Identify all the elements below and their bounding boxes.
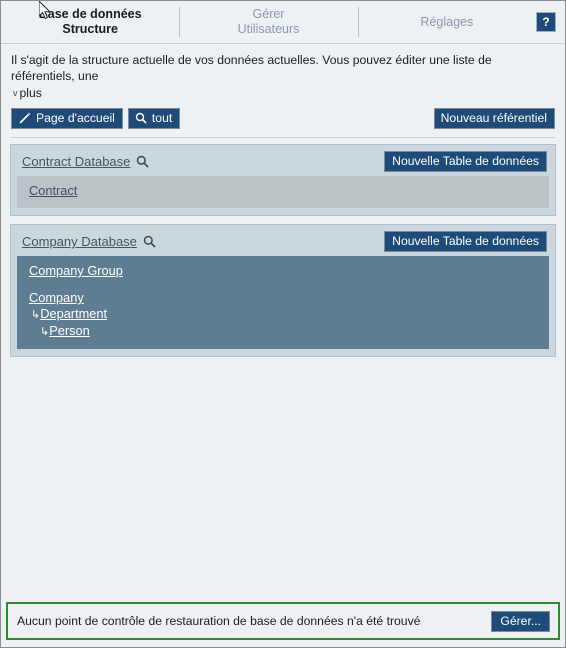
search-all-button-label: tout [151, 111, 173, 125]
tab-manage-users[interactable]: Gérer Utilisateurs [179, 1, 357, 43]
intro-more-row[interactable]: v plus [11, 85, 555, 101]
new-repository-button-label: Nouveau référentiel [440, 111, 547, 125]
table-link-company-group[interactable]: Company Group [29, 263, 539, 279]
restore-checkpoint-status-bar: Aucun point de contrôle de restauration … [6, 602, 560, 640]
table-list-contract: Contract [17, 176, 549, 208]
home-page-button[interactable]: Page d'accueil [11, 108, 123, 129]
tree-elbow-icon: ↳ [40, 326, 50, 338]
database-name-link-company[interactable]: Company Database [22, 234, 137, 249]
action-toolbar: Page d'accueil tout Nouveau référentiel [1, 101, 565, 129]
table-link-department[interactable]: Department [40, 306, 107, 321]
table-group: Company Group [29, 263, 539, 279]
tab-settings[interactable]: Réglages [357, 1, 536, 43]
search-all-button[interactable]: tout [127, 108, 181, 129]
new-repository-button[interactable]: Nouveau référentiel [433, 108, 555, 129]
chevron-down-icon: v [13, 88, 18, 98]
tab-settings-line1: Réglages [420, 14, 474, 29]
table-group: Contract [29, 183, 539, 199]
new-data-table-button-company[interactable]: Nouvelle Table de données [384, 231, 547, 252]
main-tab-bar: Base de données Structure Gérer Utilisat… [1, 1, 565, 44]
tab-manage-users-line2: Utilisateurs [237, 22, 300, 36]
table-link-company[interactable]: Company [29, 290, 539, 306]
database-name-link-contract[interactable]: Contract Database [22, 154, 130, 169]
tree-elbow-icon: ↳ [31, 309, 41, 321]
table-link-person[interactable]: Person [49, 323, 90, 338]
magnifier-icon [135, 112, 147, 124]
magnifier-icon[interactable] [143, 235, 156, 248]
table-row-department: ↳Department [29, 306, 539, 323]
manage-button[interactable]: Gérer... [491, 610, 550, 632]
database-panel-list: Contract Database Nouvelle Table de donn… [1, 138, 565, 357]
intro-section: Il s'agit de la structure actuelle de vo… [1, 44, 565, 101]
intro-more-link[interactable]: plus [20, 85, 42, 101]
pencil-icon [18, 112, 31, 125]
help-button[interactable]: ? [535, 12, 556, 32]
table-list-company: Company Group Company ↳Department ↳Perso… [17, 256, 549, 349]
magnifier-icon[interactable] [136, 155, 150, 168]
table-link-contract[interactable]: Contract [29, 183, 539, 199]
status-message: Aucun point de contrôle de restauration … [17, 614, 421, 628]
database-header-contract: Contract Database Nouvelle Table de donn… [17, 150, 549, 176]
home-page-button-label: Page d'accueil [36, 111, 115, 125]
tab-database-structure-line2: Structure [62, 22, 118, 36]
database-header-company: Company Database Nouvelle Table de donné… [17, 230, 549, 256]
database-panel-contract: Contract Database Nouvelle Table de donn… [10, 144, 556, 216]
table-group: Company ↳Department ↳Person [29, 290, 539, 340]
database-panel-company: Company Database Nouvelle Table de donné… [10, 224, 556, 357]
tab-database-structure[interactable]: Base de données Structure [1, 1, 179, 43]
application-window: Base de données Structure Gérer Utilisat… [0, 0, 566, 648]
tab-manage-users-line1: Gérer [252, 7, 285, 21]
new-data-table-button-contract[interactable]: Nouvelle Table de données [384, 151, 547, 172]
tab-database-structure-line1: Base de données [38, 7, 142, 21]
intro-text: Il s'agit de la structure actuelle de vo… [11, 53, 492, 83]
table-row-person: ↳Person [29, 323, 539, 340]
